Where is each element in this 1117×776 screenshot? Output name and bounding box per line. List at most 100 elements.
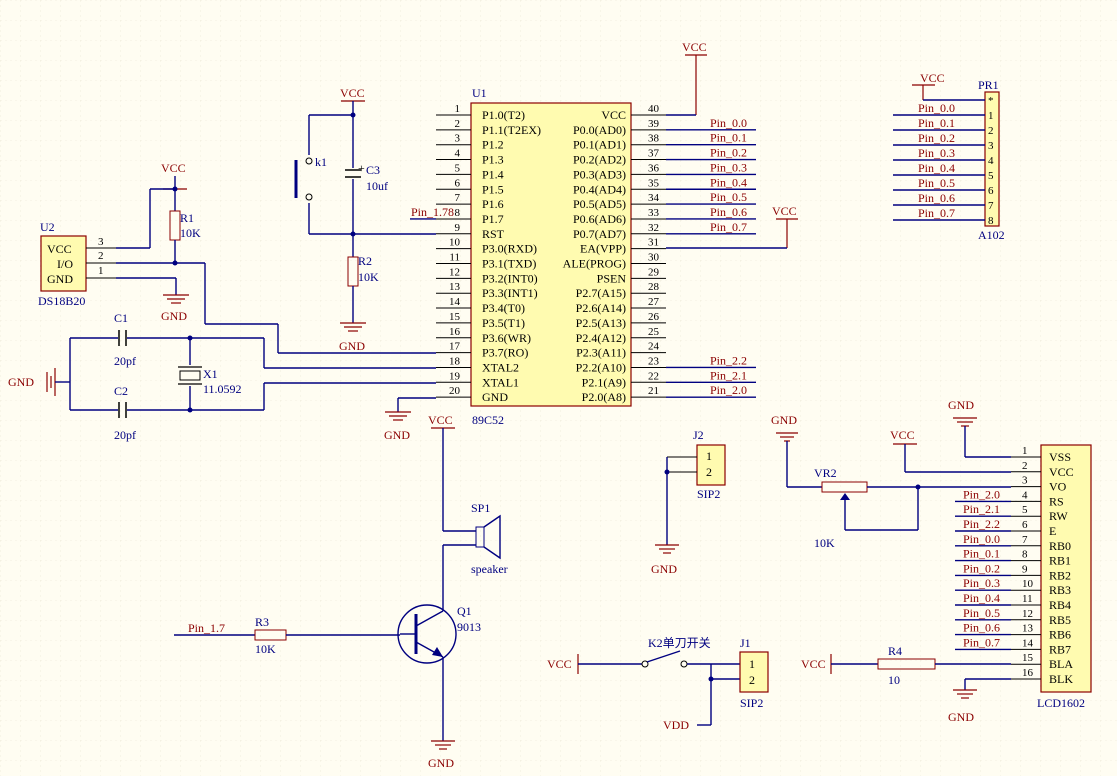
c3-label: C3 (366, 163, 380, 177)
r4-value: 10 (888, 673, 900, 687)
u1-pin-number: 3 (455, 133, 461, 145)
u1-pin-number: 35 (648, 177, 660, 189)
j1-ref: J1 (740, 636, 751, 650)
u1-pin-number: 40 (648, 103, 660, 115)
lcd-pin-name: RW (1049, 509, 1068, 523)
u1-pin-name: ALE(PROG) (563, 257, 626, 271)
u1-pin-name: P1.7 (482, 212, 504, 226)
lcd-pin-number: 10 (1022, 578, 1034, 590)
u1-pin-name: P0.6(AD6) (573, 212, 626, 226)
r1-value: 10K (180, 226, 201, 240)
u1-pin-name: P2.1(A9) (582, 375, 626, 389)
pr1-pin-number: 7 (988, 200, 994, 212)
c3-plus: + (358, 161, 365, 175)
u1-net-label: Pin_0.5 (710, 190, 747, 204)
u1-pin-name: P2.4(A12) (576, 331, 626, 345)
lcd-pin-number: 16 (1022, 667, 1034, 679)
u1-pin-number: 24 (648, 341, 660, 353)
pr1-pin-number: 1 (988, 110, 994, 122)
vcc-label-r4: VCC (801, 657, 826, 671)
u1-pin-number: 27 (648, 296, 660, 308)
u1-pin-number: 21 (648, 385, 659, 397)
u1-pin-name: P0.2(AD2) (573, 153, 626, 167)
u1-pin-name: PSEN (597, 271, 627, 285)
j2-pin1: 1 (706, 449, 712, 463)
u1-pin-name: P0.4(AD4) (573, 182, 626, 196)
j1-part: SIP2 (740, 696, 763, 710)
u1-pin-name: P1.3 (482, 153, 504, 167)
u1-net-label: Pin_2.1 (710, 368, 747, 382)
lcd-net-label: Pin_2.0 (963, 487, 1000, 501)
r4-label: R4 (888, 644, 902, 658)
u1-pin-name: P1.1(T2EX) (482, 123, 541, 137)
u1-pin-name: P1.0(T2) (482, 108, 525, 122)
pr1-net-label: Pin_0.5 (918, 176, 955, 190)
lcd-net-label: Pin_2.1 (963, 502, 1000, 516)
vcc-label-ea: VCC (772, 204, 797, 218)
u1-net-label: Pin_2.0 (710, 383, 747, 397)
u2-pin-io: I/O (57, 257, 73, 271)
u1-pin-name: P3.0(RXD) (482, 242, 537, 256)
u2-pin-gnd: GND (47, 272, 73, 286)
x1-value: 11.0592 (203, 382, 242, 396)
pr1-ref: PR1 (978, 78, 999, 92)
gnd-label-reset: GND (339, 339, 365, 353)
u1-pin-number: 19 (449, 370, 461, 382)
u1-pin-name: P2.5(A13) (576, 316, 626, 330)
vcc-label-pr1: VCC (920, 71, 945, 85)
u2-pin-vcc: VCC (47, 242, 72, 256)
u1-pin-name: P0.0(AD0) (573, 123, 626, 137)
vcc-label-sp: VCC (428, 413, 453, 427)
u2-part: DS18B20 (38, 294, 85, 308)
u1-pin-name: XTAL2 (482, 360, 519, 374)
lcd-pin-name: BLK (1049, 672, 1073, 686)
gnd-label-vr2: GND (771, 413, 797, 427)
lcd-net-label: Pin_0.7 (963, 635, 1000, 649)
u1-pin-name: P0.1(AD1) (573, 138, 626, 152)
c1-value: 20pf (114, 354, 136, 368)
vcc-label-lcd: VCC (890, 428, 915, 442)
lcd-pin-number: 2 (1022, 460, 1028, 472)
u2-ref: U2 (40, 220, 55, 234)
u1-pin-name: P1.6 (482, 197, 504, 211)
lcd-pin-number: 12 (1022, 608, 1033, 620)
j2-pin2: 2 (706, 465, 712, 479)
pr1-pin-number: 5 (988, 170, 994, 182)
u1-net-label: Pin_0.1 (710, 131, 747, 145)
pr1-pin-number: 2 (988, 125, 994, 137)
lcd-net-label: Pin_0.2 (963, 561, 1000, 575)
u1-pin-number: 29 (648, 266, 660, 278)
c1-label: C1 (114, 311, 128, 325)
u1-pin-number: 1 (455, 103, 461, 115)
gnd-label-lcd-bottom: GND (948, 710, 974, 724)
c2-label: C2 (114, 384, 128, 398)
u1-pin-name: P3.6(WR) (482, 331, 531, 345)
u1-pin-name: P0.5(AD5) (573, 197, 626, 211)
k1-label: k1 (315, 155, 327, 169)
pr1-part: A102 (978, 228, 1005, 242)
lcd-pin-number: 9 (1022, 563, 1028, 575)
u1-pin-name: P1.2 (482, 138, 504, 152)
lcd-pin-number: 15 (1022, 652, 1034, 664)
u1-pin-number: 25 (648, 326, 660, 338)
lcd-pin-name: BLA (1049, 657, 1073, 671)
u1-pin-name: P2.7(A15) (576, 286, 626, 300)
u1-pin-name: VCC (601, 108, 626, 122)
vcc-label-k2: VCC (547, 657, 572, 671)
lcd-pin-number: 4 (1022, 489, 1028, 501)
u1-pin-number: 20 (449, 385, 461, 397)
lcd-net-label: Pin_2.2 (963, 517, 1000, 531)
u1-pin-number: 14 (449, 296, 461, 308)
u1-pin-number: 31 (648, 237, 659, 249)
u1-pin-number: 26 (648, 311, 660, 323)
lcd-pin-number: 7 (1022, 534, 1028, 546)
u2-num-3: 3 (98, 236, 104, 248)
lcd-pin-name: RB1 (1049, 554, 1071, 568)
u1-pin-name: P2.6(A14) (576, 301, 626, 315)
lcd-pin-name: VSS (1049, 450, 1071, 464)
r1-label: R1 (180, 211, 194, 225)
u1-pin-name: P2.0(A8) (582, 390, 626, 404)
c3-value: 10uf (366, 179, 388, 193)
u1-pin-name: P3.3(INT1) (482, 286, 538, 300)
u1-pin-number: 17 (449, 341, 461, 353)
